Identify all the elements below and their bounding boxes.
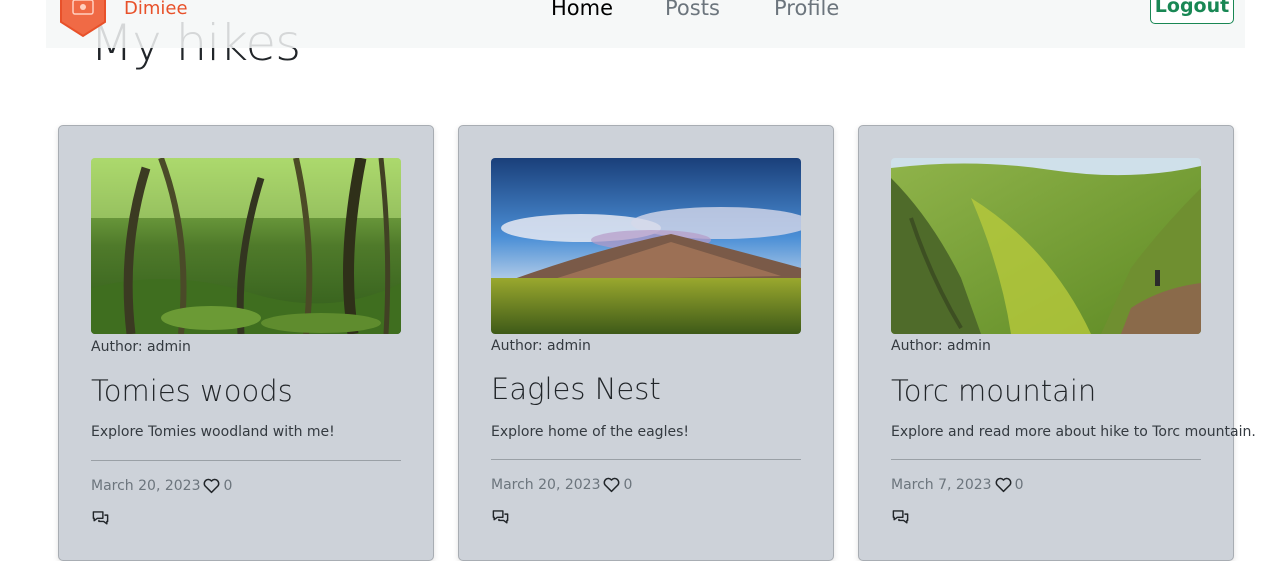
post-author: Author: admin [91, 339, 191, 355]
comment-icon[interactable] [91, 509, 110, 526]
like-count: 0 [223, 478, 233, 494]
nav-link-posts[interactable]: Posts [665, 0, 720, 20]
divider [491, 459, 801, 460]
post-author: Author: admin [891, 338, 991, 354]
brand-name[interactable]: Dimiee [124, 0, 188, 19]
navbar [46, 0, 1245, 48]
post-excerpt: Explore Tomies woodland with me! [91, 424, 335, 440]
valley-image[interactable] [891, 158, 1201, 334]
heart-icon[interactable] [203, 478, 220, 494]
forest-image[interactable] [91, 158, 401, 334]
mountain-image[interactable] [491, 158, 801, 334]
post-meta: March 20, 2023 0 [91, 478, 232, 494]
post-card[interactable]: Author: admin Torc mountain Explore and … [858, 125, 1256, 561]
post-title[interactable]: Tomies woods [91, 374, 293, 408]
post-date: March 7, 2023 [891, 477, 992, 493]
like-count: 0 [1014, 477, 1024, 493]
logout-button[interactable]: Logout [1150, 0, 1234, 24]
like-count: 0 [623, 477, 633, 493]
comment-icon[interactable] [491, 508, 510, 525]
nav-link-home[interactable]: Home [551, 0, 613, 20]
post-card[interactable]: Author: admin Eagles Nest Explore home o… [458, 125, 834, 561]
post-excerpt: Explore home of the eagles! [491, 424, 689, 440]
divider [891, 459, 1201, 460]
post-title[interactable]: Torc mountain [891, 374, 1096, 408]
post-date: March 20, 2023 [91, 478, 201, 494]
heart-icon[interactable] [995, 477, 1012, 493]
comment-icon[interactable] [891, 508, 910, 525]
nav-link-profile[interactable]: Profile [774, 0, 839, 20]
post-author: Author: admin [491, 338, 591, 354]
post-meta: March 7, 2023 0 [891, 477, 1024, 493]
brand-logo[interactable] [58, 0, 108, 38]
heart-icon[interactable] [603, 477, 620, 493]
post-title[interactable]: Eagles Nest [491, 372, 661, 406]
post-card[interactable]: Author: admin Tomies woods Explore Tomie… [58, 125, 434, 561]
post-date: March 20, 2023 [491, 477, 601, 493]
post-excerpt: Explore and read more about hike to Torc… [891, 424, 1256, 440]
post-meta: March 20, 2023 0 [491, 477, 632, 493]
divider [91, 460, 401, 461]
